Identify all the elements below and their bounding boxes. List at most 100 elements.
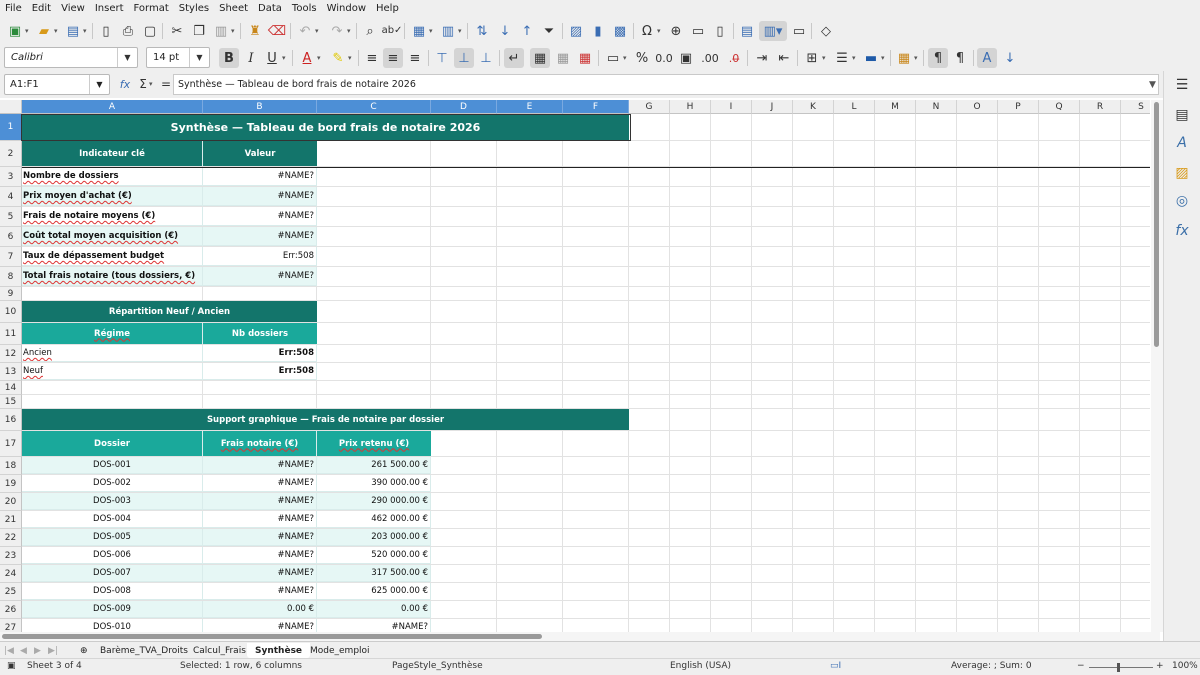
font-size-box[interactable]: 14 pt ▼ [146, 47, 210, 68]
row-icon[interactable]: ▦ [409, 21, 429, 41]
menu-sheet[interactable]: Sheet [214, 3, 253, 14]
row-header-20[interactable]: 20 [0, 493, 22, 511]
align-left-icon[interactable]: ≡ [362, 48, 382, 68]
column-header-o[interactable]: O [957, 100, 998, 114]
tab-scroll-next-icon[interactable]: ▶ [34, 643, 41, 658]
support-dossier[interactable]: DOS-005 [22, 529, 203, 546]
support-dossier[interactable]: DOS-002 [22, 475, 203, 492]
column-header-g[interactable]: G [629, 100, 670, 114]
print-icon[interactable]: ⎙ [118, 21, 138, 41]
split-title-cell[interactable]: Répartition Neuf / Ancien [22, 301, 317, 322]
sort-icon[interactable]: ⇅ [472, 21, 492, 41]
undo-icon[interactable]: ↶ [295, 21, 315, 41]
column-header-i[interactable]: I [711, 100, 752, 114]
support-header-prix[interactable]: Prix retenu (€) [317, 431, 431, 456]
support-dossier[interactable]: DOS-004 [22, 511, 203, 528]
merge-cells-icon[interactable]: ▦ [553, 48, 573, 68]
kpi-value[interactable]: #NAME? [203, 207, 317, 226]
row-header-12[interactable]: 12 [0, 345, 22, 363]
wrap-text-icon[interactable]: ↵ [504, 48, 524, 68]
clone-formatting-icon[interactable]: ♜ [245, 21, 265, 41]
selection-mode-icon[interactable]: ▭I [830, 661, 841, 671]
print-preview-icon[interactable]: ▢ [140, 21, 160, 41]
number-format-icon[interactable]: 0.0 [654, 48, 674, 68]
row-header-7[interactable]: 7 [0, 247, 22, 267]
add-decimal-icon[interactable]: .00 [700, 48, 720, 68]
row-header-23[interactable]: 23 [0, 547, 22, 565]
navigator-icon[interactable]: ◎ [1172, 191, 1192, 211]
conditional-format-icon[interactable]: ▦ [894, 48, 914, 68]
menu-styles[interactable]: Styles [174, 3, 214, 14]
hyperlink-icon[interactable]: ⊕ [666, 21, 686, 41]
special-character-icon[interactable]: Ω [637, 21, 657, 41]
row-header-11[interactable]: 11 [0, 323, 22, 345]
border-style-icon[interactable]: ☰ [832, 48, 852, 68]
align-right-icon[interactable]: ≡ [405, 48, 425, 68]
menu-help[interactable]: Help [371, 3, 404, 14]
autofilter-icon[interactable]: ⏷ [539, 21, 559, 41]
kpi-label[interactable]: Nombre de dossiers [22, 167, 203, 186]
support-prix[interactable]: 0.00 € [317, 601, 431, 618]
status-page-style[interactable]: PageStyle_Synthèse [392, 661, 483, 671]
row-header-22[interactable]: 22 [0, 529, 22, 547]
kpi-label[interactable]: Taux de dépassement budget [22, 247, 203, 266]
percent-format-icon[interactable]: % [632, 48, 652, 68]
column-icon[interactable]: ▥ [438, 21, 458, 41]
status-zoom[interactable]: 100% [1172, 661, 1198, 671]
support-frais[interactable]: #NAME? [203, 475, 317, 492]
support-prix[interactable]: 625 000.00 € [317, 583, 431, 600]
kpi-header-indicator[interactable]: Indicateur clé [22, 141, 203, 166]
tab-bareme[interactable]: Barème_TVA_Droits [100, 643, 188, 658]
support-prix[interactable]: 203 000.00 € [317, 529, 431, 546]
left-to-right-icon[interactable]: ¶ [928, 48, 948, 68]
column-header-s[interactable]: S [1121, 100, 1150, 114]
split-header-regime[interactable]: Régime [22, 323, 203, 344]
kpi-value[interactable]: Err:508 [203, 247, 317, 266]
support-dossier[interactable]: DOS-009 [22, 601, 203, 618]
name-box[interactable]: A1:F1 ▼ [4, 74, 110, 95]
freeze-rows-columns-icon[interactable]: ▥▾ [759, 21, 787, 41]
italic-icon[interactable]: I [241, 48, 261, 68]
chevron-down-icon[interactable]: ▼ [189, 48, 209, 67]
paste-icon[interactable]: ▥ [211, 21, 231, 41]
row-header-4[interactable]: 4 [0, 187, 22, 207]
row-header-9[interactable]: 9 [0, 287, 22, 301]
row-header-10[interactable]: 10 [0, 301, 22, 323]
chevron-down-icon[interactable]: ▼ [117, 48, 137, 67]
headers-footers-icon[interactable]: ▯ [710, 21, 730, 41]
support-dossier[interactable]: DOS-001 [22, 457, 203, 474]
tab-mode-emploi[interactable]: Mode_emploi [310, 643, 370, 658]
kpi-value[interactable]: #NAME? [203, 227, 317, 246]
menu-insert[interactable]: Insert [90, 3, 129, 14]
currency-format-icon[interactable]: ▭ [603, 48, 623, 68]
row-header-25[interactable]: 25 [0, 583, 22, 601]
kpi-label[interactable]: Total frais notaire (tous dossiers, €) [22, 267, 203, 286]
column-header-h[interactable]: H [670, 100, 711, 114]
title-cell[interactable]: Synthèse — Tableau de bord frais de nota… [22, 114, 629, 140]
row-header-21[interactable]: 21 [0, 511, 22, 529]
support-prix[interactable]: 462 000.00 € [317, 511, 431, 528]
support-frais[interactable]: 0.00 € [203, 601, 317, 618]
spelling-icon[interactable]: ab✓ [382, 21, 403, 41]
row-header-26[interactable]: 26 [0, 601, 22, 619]
split-header-count[interactable]: Nb dossiers [203, 323, 317, 344]
merge-center-icon[interactable]: ▦ [530, 48, 550, 68]
chevron-down-icon[interactable]: ▼ [89, 75, 109, 94]
menu-tools[interactable]: Tools [287, 3, 322, 14]
row-header-16[interactable]: 16 [0, 409, 22, 431]
split-regime[interactable]: Neuf [22, 363, 203, 380]
formula-input[interactable]: Synthèse — Tableau de bord frais de nota… [173, 74, 1159, 95]
cut-icon[interactable]: ✂ [167, 21, 187, 41]
styles-icon[interactable]: A [1172, 133, 1192, 153]
column-header-k[interactable]: K [793, 100, 834, 114]
column-header-j[interactable]: J [752, 100, 793, 114]
zoom-out-icon[interactable]: − [1077, 661, 1085, 671]
support-frais[interactable]: #NAME? [203, 565, 317, 582]
text-direction-horizontal-icon[interactable]: A [977, 48, 997, 68]
column-header-q[interactable]: Q [1039, 100, 1080, 114]
chart-support-title-cell[interactable]: Support graphique — Frais de notaire par… [22, 409, 629, 430]
borders-icon[interactable]: ⊞ [802, 48, 822, 68]
support-frais[interactable]: #NAME? [203, 493, 317, 510]
row-header-18[interactable]: 18 [0, 457, 22, 475]
horizontal-scrollbar[interactable] [0, 632, 1160, 641]
